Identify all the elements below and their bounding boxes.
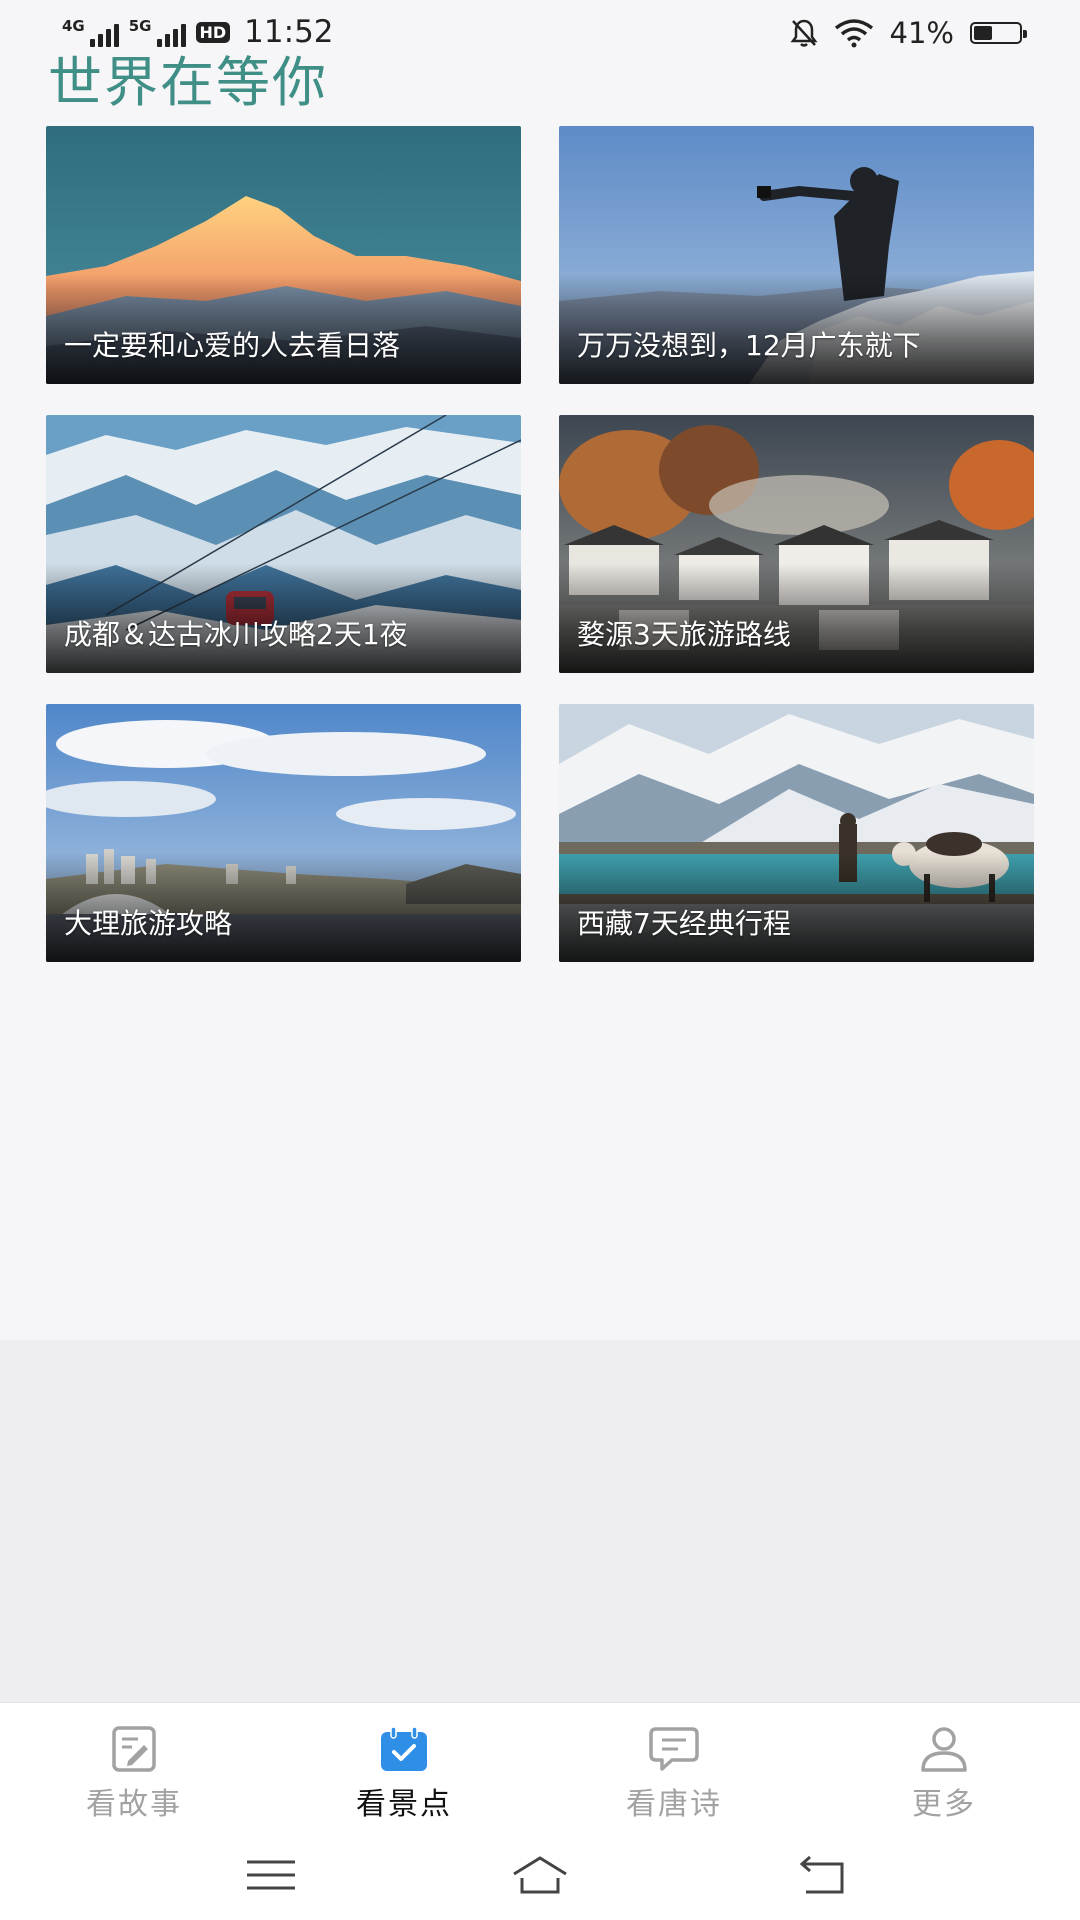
card-caption: 成都＆达古冰川攻略2天1夜: [64, 618, 408, 651]
tab-stories[interactable]: 看故事: [34, 1725, 234, 1823]
signal-label: 4G: [62, 17, 85, 35]
bottom-tab-bar: 看故事 看景点 看唐诗 更多: [0, 1702, 1080, 1833]
tab-label: 看唐诗: [626, 1787, 722, 1822]
signal-label: 5G: [128, 17, 152, 35]
tab-more[interactable]: 更多: [844, 1725, 1044, 1823]
card-caption: 婺源3天旅游路线: [577, 618, 791, 651]
wifi-icon: [834, 19, 873, 48]
card-caption: 西藏7天经典行程: [577, 907, 791, 940]
chat-bubble-icon: [649, 1727, 699, 1771]
calendar-check-icon: [381, 1726, 427, 1771]
tab-label: 看景点: [356, 1787, 452, 1822]
battery-level: [974, 26, 992, 40]
tab-attractions[interactable]: 看景点: [304, 1725, 504, 1823]
system-nav-bar: [0, 1832, 1080, 1920]
status-right: 41%: [790, 16, 1027, 50]
card-wuyuan[interactable]: 婺源3天旅游路线: [559, 415, 1034, 673]
empty-gray-area: [0, 1340, 1080, 1702]
tab-label: 看故事: [86, 1787, 182, 1822]
battery-percent: 41%: [889, 16, 954, 50]
battery-icon: [970, 22, 1027, 44]
menu-icon[interactable]: [241, 1850, 301, 1900]
back-icon[interactable]: [794, 1850, 854, 1900]
tab-tang-poems[interactable]: 看唐诗: [574, 1725, 774, 1823]
person-icon: [921, 1727, 967, 1772]
page-title: 世界在等你: [48, 51, 328, 114]
card-dagu-glacier[interactable]: 成都＆达古冰川攻略2天1夜: [46, 415, 521, 673]
home-icon[interactable]: [510, 1850, 570, 1900]
card-caption: 大理旅游攻略: [64, 907, 233, 940]
card-guangdong-snow[interactable]: 万万没想到，12月广东就下: [559, 126, 1034, 384]
card-sunset-mountain[interactable]: 一定要和心爱的人去看日落: [46, 126, 521, 384]
mute-bell-icon: [790, 19, 818, 47]
edit-note-icon: [112, 1726, 156, 1772]
tab-label: 更多: [912, 1787, 976, 1822]
card-tibet[interactable]: 西藏7天经典行程: [559, 704, 1034, 962]
card-dali[interactable]: 大理旅游攻略: [46, 704, 521, 962]
card-caption: 一定要和心爱的人去看日落: [64, 329, 401, 362]
card-caption: 万万没想到，12月广东就下: [577, 329, 921, 362]
